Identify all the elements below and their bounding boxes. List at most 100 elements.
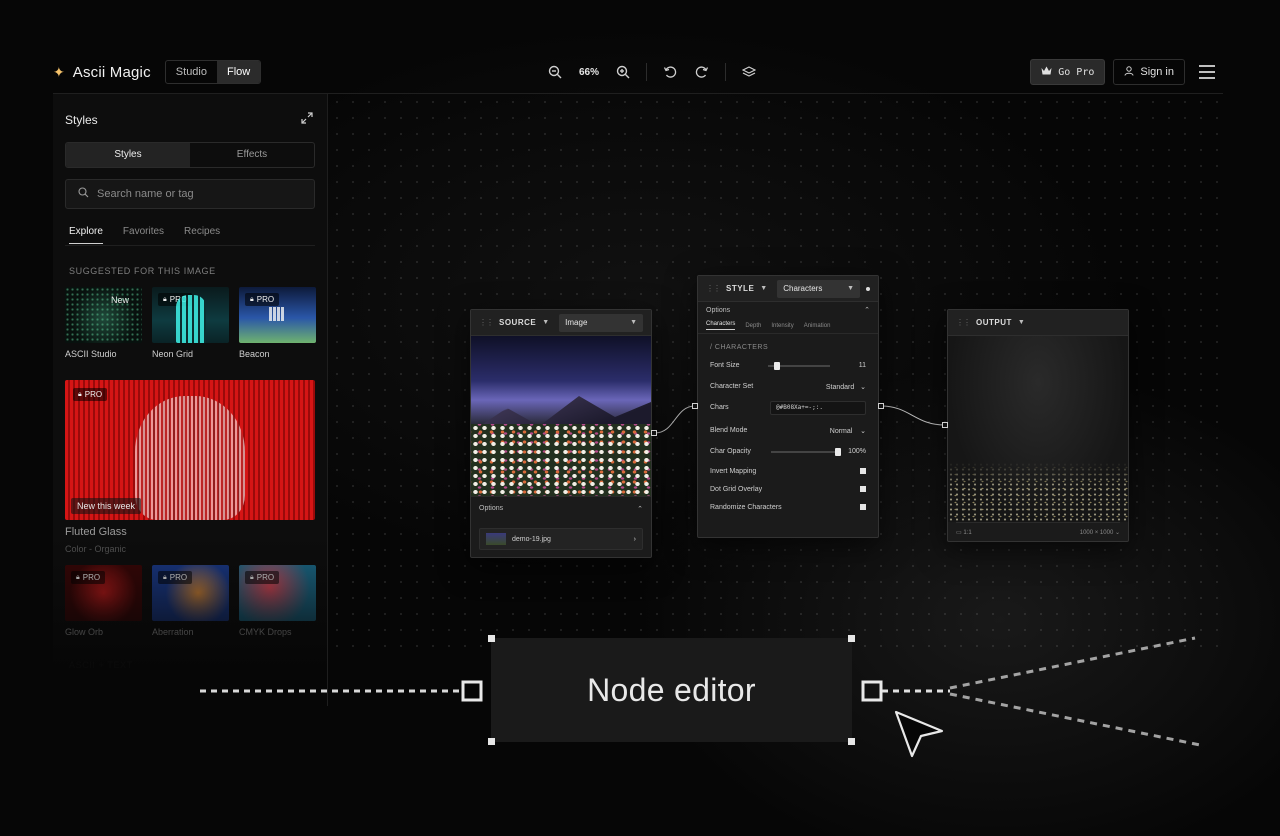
crop-icon: ▭ bbox=[956, 530, 962, 536]
tab-animation[interactable]: Animation bbox=[804, 323, 831, 329]
style-card-neon-grid[interactable]: 🔒︎ PRO Neon Grid bbox=[152, 287, 229, 359]
options-row[interactable]: Options ⌃ bbox=[698, 302, 878, 318]
chars-row: Chars @#B08Xa+=-;:. bbox=[698, 397, 878, 418]
user-icon bbox=[1124, 65, 1134, 79]
cursor-icon bbox=[894, 710, 944, 758]
zoom-in-icon[interactable] bbox=[614, 63, 632, 81]
style-node[interactable]: ⋮⋮ STYLE ▼ Characters ▼ Options ⌃ Charac… bbox=[697, 275, 879, 538]
layers-icon[interactable] bbox=[740, 63, 758, 81]
sidebar-title: Styles bbox=[65, 112, 98, 127]
corner-handle bbox=[848, 738, 855, 745]
chevron-down-icon: ⌄ bbox=[860, 383, 866, 391]
subtab-explore[interactable]: Explore bbox=[69, 226, 103, 244]
featured-style-card[interactable]: 🔒︎ PRO New this week bbox=[65, 380, 315, 520]
invert-mapping-checkbox[interactable] bbox=[860, 468, 866, 474]
tab-characters[interactable]: Characters bbox=[706, 321, 736, 330]
search-box bbox=[65, 179, 315, 209]
chevron-down-icon[interactable]: ▼ bbox=[1018, 319, 1025, 326]
style-card-aberration[interactable]: 🔒︎ PRO Aberration bbox=[152, 565, 229, 637]
output-footer: ▭ 1:1 1000 × 1000 ⌄ bbox=[956, 522, 1120, 542]
file-thumbnail bbox=[486, 533, 506, 545]
options-label: Options bbox=[479, 505, 504, 512]
file-picker[interactable]: demo-19.jpg › bbox=[479, 528, 643, 550]
style-input-port[interactable] bbox=[692, 403, 698, 409]
dot-grid-row: Dot Grid Overlay bbox=[698, 480, 878, 498]
undo-icon[interactable] bbox=[661, 63, 679, 81]
app-name: Ascii Magic bbox=[72, 63, 151, 81]
tab-intensity[interactable]: Intensity bbox=[771, 323, 793, 329]
style-output-port[interactable] bbox=[878, 403, 884, 409]
mode-studio[interactable]: Studio bbox=[166, 61, 217, 83]
node-title: OUTPUT bbox=[976, 318, 1012, 327]
style-preview: 🔒︎ PRO bbox=[239, 565, 316, 621]
options-row[interactable]: Options ⌃ bbox=[471, 496, 651, 520]
source-output-port[interactable] bbox=[651, 430, 657, 436]
zoom-out-icon[interactable] bbox=[546, 63, 564, 81]
expand-icon[interactable] bbox=[301, 112, 313, 127]
go-pro-button[interactable]: Go Pro bbox=[1030, 59, 1106, 85]
randomize-checkbox[interactable] bbox=[860, 504, 866, 510]
aspect-ratio[interactable]: ▭ 1:1 bbox=[956, 529, 972, 536]
options-label: Options bbox=[706, 306, 731, 314]
sign-in-button[interactable]: Sign in bbox=[1113, 59, 1185, 85]
style-card-glow-orb[interactable]: 🔒︎ PRO Glow Orb bbox=[65, 565, 142, 637]
select-value: Image bbox=[565, 318, 588, 327]
style-card-label: Neon Grid bbox=[152, 349, 194, 359]
pro-badge: 🔒︎ PRO bbox=[245, 293, 280, 306]
chevron-up-icon: ⌃ bbox=[864, 307, 870, 314]
chevron-down-icon[interactable]: ▼ bbox=[542, 319, 549, 326]
redo-icon[interactable] bbox=[693, 63, 711, 81]
tab-depth[interactable]: Depth bbox=[745, 323, 761, 329]
tab-effects[interactable]: Effects bbox=[190, 143, 314, 167]
search-input[interactable] bbox=[97, 188, 297, 200]
output-node[interactable]: ⋮⋮ OUTPUT ▼ ▭ 1:1 1000 × 1000 ⌄ bbox=[947, 309, 1129, 542]
source-node[interactable]: ⋮⋮ SOURCE ▼ Image ▼ Options ⌃ demo-19.jp… bbox=[470, 309, 652, 558]
mode-flow[interactable]: Flow bbox=[217, 61, 261, 83]
lock-icon: 🔒︎ bbox=[76, 573, 80, 581]
chars-input[interactable]: @#B08Xa+=-;:. bbox=[770, 400, 866, 415]
character-set-label: Character Set bbox=[710, 383, 754, 390]
font-size-slider[interactable] bbox=[768, 361, 831, 370]
account-tools: Go Pro Sign in bbox=[1030, 52, 1223, 92]
hamburger-menu-icon[interactable] bbox=[1199, 60, 1223, 84]
style-type-select[interactable]: Characters ▼ bbox=[777, 279, 860, 298]
slider-knob[interactable] bbox=[835, 447, 842, 456]
canvas-tools: 66% bbox=[546, 52, 758, 92]
feature-subtitle: Color - Organic bbox=[65, 544, 127, 554]
mode-switcher: Studio Flow bbox=[164, 60, 262, 84]
character-set-select[interactable]: Standard ⌄ bbox=[826, 383, 866, 391]
dot-grid-checkbox[interactable] bbox=[860, 486, 866, 492]
drag-handle-icon[interactable]: ⋮⋮ bbox=[479, 318, 494, 327]
output-input-port[interactable] bbox=[942, 422, 948, 428]
tab-styles[interactable]: Styles bbox=[66, 143, 190, 167]
blend-mode-row: Blend Mode Normal ⌄ bbox=[698, 420, 878, 441]
slider-knob[interactable] bbox=[774, 361, 781, 370]
left-port-icon bbox=[461, 680, 483, 702]
style-card-label: ASCII Studio bbox=[65, 349, 117, 359]
source-type-select[interactable]: Image ▼ bbox=[559, 313, 643, 332]
style-preview: 🔒︎ PRO bbox=[152, 565, 229, 621]
node-header: ⋮⋮ OUTPUT ▼ bbox=[948, 310, 1128, 336]
char-opacity-row: Char Opacity 100% bbox=[698, 441, 878, 462]
drag-handle-icon[interactable]: ⋮⋮ bbox=[706, 284, 721, 293]
corner-handle bbox=[848, 635, 855, 642]
output-size-select[interactable]: 1000 × 1000 ⌄ bbox=[1080, 529, 1120, 536]
drag-handle-icon[interactable]: ⋮⋮ bbox=[956, 318, 971, 327]
subtab-recipes[interactable]: Recipes bbox=[184, 226, 220, 244]
style-card-label: Beacon bbox=[239, 349, 270, 359]
blend-mode-select[interactable]: Normal ⌄ bbox=[830, 427, 866, 435]
style-card-beacon[interactable]: 🔒︎ PRO Beacon bbox=[239, 287, 316, 359]
node-title: STYLE bbox=[726, 284, 755, 293]
font-size-label: Font Size bbox=[710, 362, 740, 369]
subtab-favorites[interactable]: Favorites bbox=[123, 226, 164, 244]
new-this-week-tag: New this week bbox=[71, 498, 142, 514]
node-editor-callout: Node editor bbox=[488, 635, 855, 745]
brand[interactable]: ✦ Ascii Magic bbox=[53, 64, 151, 81]
chevron-down-icon[interactable]: ▼ bbox=[760, 285, 767, 292]
style-card-cmyk-drops[interactable]: 🔒︎ PRO CMYK Drops bbox=[239, 565, 316, 637]
style-thumbs-row: New ASCII Studio 🔒︎ PRO Neon Grid 🔒︎ PRO B… bbox=[65, 287, 316, 359]
pro-badge: 🔒︎ PRO bbox=[71, 571, 106, 584]
style-card-ascii-studio[interactable]: New ASCII Studio bbox=[65, 287, 142, 359]
char-opacity-slider[interactable] bbox=[771, 447, 842, 456]
corner-handle bbox=[488, 635, 495, 642]
